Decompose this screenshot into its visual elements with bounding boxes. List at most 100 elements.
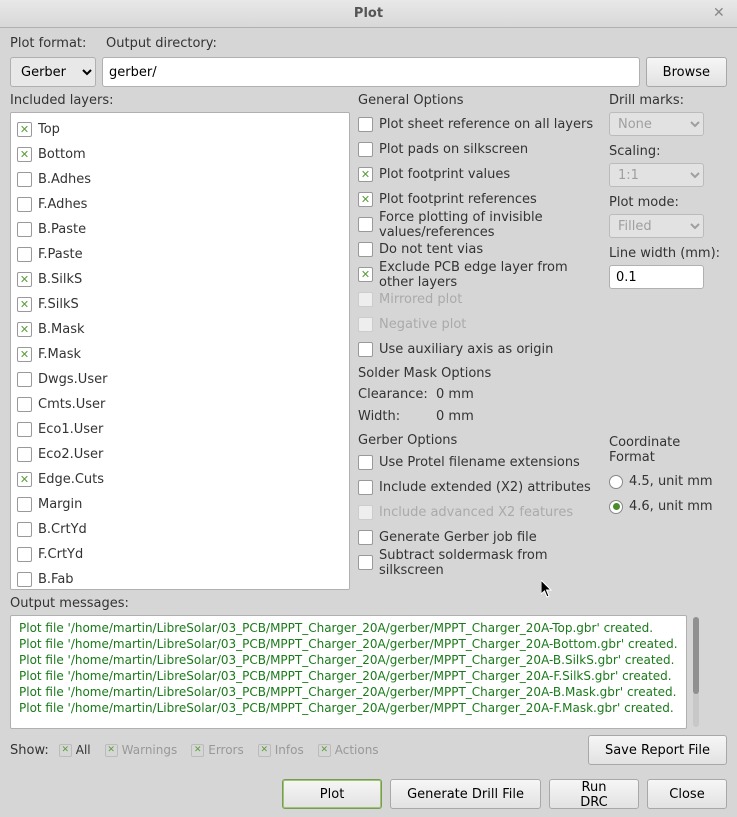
layer-checkbox[interactable] bbox=[17, 372, 32, 387]
layer-item[interactable]: B.Mask bbox=[17, 317, 343, 342]
option-row[interactable]: Force plotting of invisible values/refer… bbox=[358, 212, 603, 237]
filter-checkbox[interactable] bbox=[105, 744, 118, 757]
coord-format-option[interactable]: 4.5, unit mm bbox=[609, 469, 727, 494]
filter-item[interactable]: Infos bbox=[258, 743, 304, 757]
option-checkbox[interactable] bbox=[358, 267, 373, 282]
layer-label: B.CrtYd bbox=[38, 522, 87, 537]
layer-item[interactable]: F.SilkS bbox=[17, 292, 343, 317]
layer-item[interactable]: Top bbox=[17, 117, 343, 142]
layer-checkbox[interactable] bbox=[17, 122, 32, 137]
layer-item[interactable]: Eco2.User bbox=[17, 442, 343, 467]
layer-checkbox[interactable] bbox=[17, 222, 32, 237]
layer-item[interactable]: B.CrtYd bbox=[17, 517, 343, 542]
layer-checkbox[interactable] bbox=[17, 197, 32, 212]
layers-list[interactable]: Top Bottom B.Adhes F.AdhesB.PasteF.PasteB.S… bbox=[10, 112, 350, 590]
option-checkbox[interactable] bbox=[358, 242, 373, 257]
option-checkbox[interactable] bbox=[358, 142, 373, 157]
option-row[interactable]: Plot pads on silkscreen bbox=[358, 137, 603, 162]
coord-format-label: Coordinate Format bbox=[609, 435, 727, 465]
layer-checkbox[interactable] bbox=[17, 297, 32, 312]
option-checkbox[interactable] bbox=[358, 192, 373, 207]
option-row[interactable]: Do not tent vias bbox=[358, 237, 603, 262]
layer-item[interactable]: Bottom bbox=[17, 142, 343, 167]
close-icon[interactable]: ✕ bbox=[713, 5, 729, 21]
option-checkbox[interactable] bbox=[358, 117, 373, 132]
layer-label: B.Adhes bbox=[38, 172, 91, 187]
clearance-label: Clearance: bbox=[358, 387, 428, 402]
option-row[interactable]: Plot footprint references bbox=[358, 187, 603, 212]
filter-checkbox[interactable] bbox=[318, 744, 331, 757]
layer-checkbox[interactable] bbox=[17, 447, 32, 462]
option-checkbox[interactable] bbox=[358, 480, 373, 495]
gerber-option-row[interactable]: Include extended (X2) attributes bbox=[358, 475, 603, 500]
layer-label: B.Fab bbox=[38, 572, 74, 587]
filter-item[interactable]: Actions bbox=[318, 743, 379, 757]
gerber-option-row[interactable]: Subtract soldermask from silkscreen bbox=[358, 550, 603, 575]
option-row[interactable]: Plot footprint values bbox=[358, 162, 603, 187]
filter-item[interactable]: Errors bbox=[191, 743, 244, 757]
option-label: Mirrored plot bbox=[379, 292, 462, 307]
layer-checkbox[interactable] bbox=[17, 397, 32, 412]
layer-checkbox[interactable] bbox=[17, 547, 32, 562]
layer-checkbox[interactable] bbox=[17, 472, 32, 487]
option-checkbox[interactable] bbox=[358, 530, 373, 545]
layer-checkbox[interactable] bbox=[17, 572, 32, 587]
layer-item[interactable]: B.Fab bbox=[17, 567, 343, 590]
output-dir-input[interactable] bbox=[102, 57, 640, 87]
close-button[interactable]: Close bbox=[647, 779, 727, 809]
save-report-button[interactable]: Save Report File bbox=[588, 735, 727, 765]
option-row[interactable]: Plot sheet reference on all layers bbox=[358, 112, 603, 137]
plot-button[interactable]: Plot bbox=[282, 779, 382, 809]
layer-item[interactable]: F.Adhes bbox=[17, 192, 343, 217]
layer-checkbox[interactable] bbox=[17, 522, 32, 537]
option-row[interactable]: Exclude PCB edge layer from other layers bbox=[358, 262, 603, 287]
layer-item[interactable]: B.SilkS bbox=[17, 267, 343, 292]
line-width-input[interactable] bbox=[609, 265, 704, 289]
option-checkbox[interactable] bbox=[358, 555, 373, 570]
option-checkbox[interactable] bbox=[358, 342, 373, 357]
option-row[interactable]: Use auxiliary axis as origin bbox=[358, 337, 603, 362]
option-checkbox[interactable] bbox=[358, 455, 373, 470]
run-drc-button[interactable]: Run DRC bbox=[549, 779, 639, 809]
filter-item[interactable]: Warnings bbox=[105, 743, 178, 757]
layer-item[interactable]: Cmts.User bbox=[17, 392, 343, 417]
option-checkbox[interactable] bbox=[358, 217, 373, 232]
plot-format-select[interactable]: Gerber bbox=[10, 57, 96, 87]
layer-checkbox[interactable] bbox=[17, 172, 32, 187]
gerber-option-row[interactable]: Generate Gerber job file bbox=[358, 525, 603, 550]
filter-checkbox[interactable] bbox=[191, 744, 204, 757]
layer-item[interactable]: Eco1.User bbox=[17, 417, 343, 442]
radio-button[interactable] bbox=[609, 475, 623, 489]
layer-item[interactable]: Margin bbox=[17, 492, 343, 517]
output-scrollbar[interactable] bbox=[693, 617, 699, 727]
option-checkbox bbox=[358, 505, 373, 520]
layer-checkbox[interactable] bbox=[17, 147, 32, 162]
layer-item[interactable]: F.Mask bbox=[17, 342, 343, 367]
layer-item[interactable]: F.Paste bbox=[17, 242, 343, 267]
layer-item[interactable]: F.CrtYd bbox=[17, 542, 343, 567]
option-label: Include advanced X2 features bbox=[379, 505, 573, 520]
radio-button[interactable] bbox=[609, 500, 623, 514]
gerber-option-row[interactable]: Use Protel filename extensions bbox=[358, 450, 603, 475]
gerber-option-row: Include advanced X2 features bbox=[358, 500, 603, 525]
generate-drill-button[interactable]: Generate Drill File bbox=[390, 779, 541, 809]
layer-checkbox[interactable] bbox=[17, 497, 32, 512]
option-checkbox[interactable] bbox=[358, 167, 373, 182]
filter-item[interactable]: All bbox=[59, 743, 91, 757]
layer-label: F.CrtYd bbox=[38, 547, 83, 562]
output-messages-box[interactable]: Plot file '/home/martin/LibreSolar/03_PC… bbox=[10, 615, 687, 729]
layer-item[interactable]: B.Adhes bbox=[17, 167, 343, 192]
layer-item[interactable]: B.Paste bbox=[17, 217, 343, 242]
filter-checkbox[interactable] bbox=[258, 744, 271, 757]
layer-checkbox[interactable] bbox=[17, 322, 32, 337]
layer-label: Bottom bbox=[38, 147, 86, 162]
filter-checkbox[interactable] bbox=[59, 744, 72, 757]
layer-checkbox[interactable] bbox=[17, 247, 32, 262]
layer-item[interactable]: Dwgs.User bbox=[17, 367, 343, 392]
coord-format-option[interactable]: 4.6, unit mm bbox=[609, 494, 727, 519]
layer-checkbox[interactable] bbox=[17, 347, 32, 362]
browse-button[interactable]: Browse bbox=[646, 57, 727, 87]
layer-checkbox[interactable] bbox=[17, 272, 32, 287]
layer-checkbox[interactable] bbox=[17, 422, 32, 437]
layer-item[interactable]: Edge.Cuts bbox=[17, 467, 343, 492]
